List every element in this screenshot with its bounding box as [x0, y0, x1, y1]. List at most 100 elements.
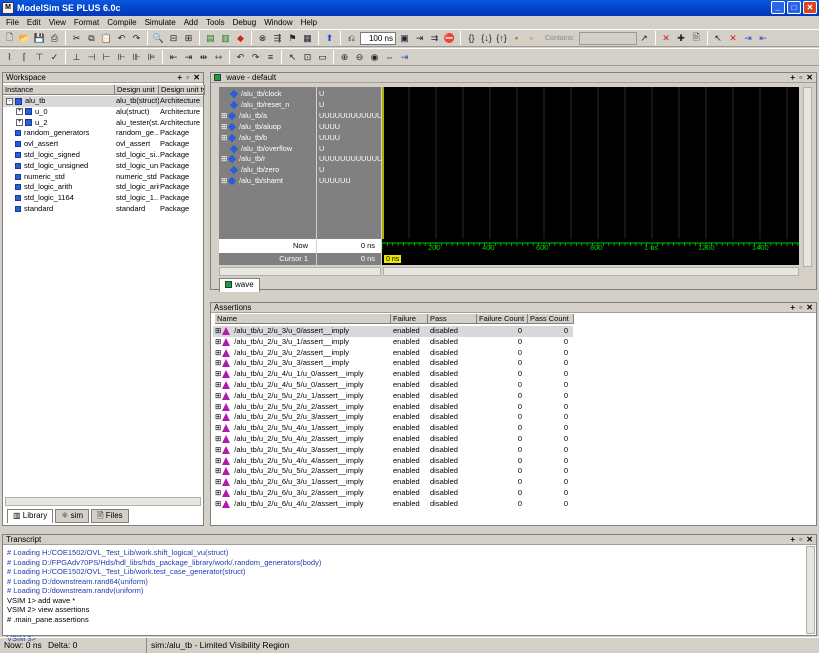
cursor-label[interactable]: Cursor 1: [219, 253, 316, 265]
wave-insert-icon[interactable]: ⊤: [32, 50, 47, 64]
workspace-row[interactable]: ovl_assert ovl_assert Package: [3, 139, 203, 150]
tab-files[interactable]: 🗎 Files: [91, 509, 129, 523]
expand-icon[interactable]: ⊞: [215, 423, 221, 432]
workspace-row[interactable]: numeric_std numeric_std Package: [3, 172, 203, 183]
stop-icon[interactable]: ⛔: [442, 31, 457, 45]
dataflow-icon[interactable]: ⇶: [270, 31, 285, 45]
assertion-row[interactable]: ⊞ /alu_tb/u_2/u_5/u_2/u_2/assert__imply en…: [213, 402, 573, 413]
col-failure[interactable]: Failure: [391, 314, 428, 324]
expand-icon[interactable]: ⊞: [221, 111, 227, 120]
wave-names-hscrollbar[interactable]: [219, 267, 381, 276]
wave-mirror-icon[interactable]: ⊣: [84, 50, 99, 64]
workspace-row[interactable]: + u_2 alu_tester(st... Architecture: [3, 118, 203, 129]
profile-icon[interactable]: ⚑: [285, 31, 300, 45]
assertion-row[interactable]: ⊞ /alu_tb/u_2/u_3/u_2/assert__imply enable…: [213, 348, 573, 359]
zoom-out-icon[interactable]: ⊖: [352, 50, 367, 64]
assertion-row[interactable]: ⊞ /alu_tb/u_2/u_3/u_0/assert__imply enable…: [213, 326, 573, 337]
wave-z-icon[interactable]: ⊪: [129, 50, 144, 64]
wave-invert-icon[interactable]: ⊥: [69, 50, 84, 64]
wave-vscrollbar[interactable]: [803, 87, 812, 267]
col-instance[interactable]: Instance: [3, 85, 115, 95]
wave-redo-icon[interactable]: ↷: [248, 50, 263, 64]
wave-undo-icon[interactable]: ↶: [233, 50, 248, 64]
menu-help[interactable]: Help: [297, 18, 321, 27]
expand-icon[interactable]: ⊞: [221, 176, 227, 185]
menu-compile[interactable]: Compile: [103, 18, 140, 27]
panel-controls-icon[interactable]: + ▫ ✕: [177, 73, 201, 83]
tab-sim[interactable]: ⚛ sim: [55, 509, 90, 523]
maximize-button[interactable]: □: [787, 1, 801, 14]
zoom-cursor-icon[interactable]: ✕: [726, 31, 741, 45]
assertion-row[interactable]: ⊞ /alu_tb/u_2/u_5/u_2/u_3/assert__imply en…: [213, 412, 573, 423]
cut-icon[interactable]: ✂: [69, 31, 84, 45]
workspace-hscrollbar[interactable]: [5, 497, 201, 506]
collapse-icon[interactable]: -: [6, 97, 13, 105]
menu-edit[interactable]: Edit: [23, 18, 45, 27]
expand-icon[interactable]: ⊞: [221, 154, 227, 163]
add-cursor-icon[interactable]: ⇥: [741, 31, 756, 45]
signal-row[interactable]: ⊞ /alu_tb/r: [221, 154, 316, 165]
menu-debug[interactable]: Debug: [229, 18, 261, 27]
add-icon[interactable]: ✚: [674, 31, 689, 45]
expand-icon[interactable]: ⊞: [215, 369, 221, 378]
workspace-row[interactable]: std_logic_1164 std_logic_1... Package: [3, 193, 203, 204]
wave-cut-icon[interactable]: ⌈: [17, 50, 32, 64]
assertion-row[interactable]: ⊞ /alu_tb/u_2/u_6/u_4/u_2/assert__imply en…: [213, 499, 573, 510]
workspace-row[interactable]: - alu_tb alu_tb(struct) Architecture: [3, 96, 203, 107]
compile-icon[interactable]: ▤: [203, 31, 218, 45]
undo-icon[interactable]: ↶: [114, 31, 129, 45]
break-icon[interactable]: ⊗: [255, 31, 270, 45]
signal-row[interactable]: ⊞ /alu_tb/b: [221, 133, 316, 144]
assertion-row[interactable]: ⊞ /alu_tb/u_2/u_5/u_4/u_2/assert__imply en…: [213, 434, 573, 445]
find-icon[interactable]: 🔍: [151, 31, 166, 45]
menu-window[interactable]: Window: [260, 18, 296, 27]
bookmark-next-icon[interactable]: ▫: [524, 31, 539, 45]
expand-icon[interactable]: ⊞: [215, 488, 221, 497]
zoom-mode-icon[interactable]: ⊡: [300, 50, 315, 64]
menu-tools[interactable]: Tools: [202, 18, 229, 27]
redo-icon[interactable]: ↷: [129, 31, 144, 45]
expand-icon[interactable]: ⊞: [215, 456, 221, 465]
menu-format[interactable]: Format: [70, 18, 103, 27]
memory-icon[interactable]: ▦: [300, 31, 315, 45]
expand-icon[interactable]: ⊞: [215, 337, 221, 346]
time-ruler[interactable]: 200 400 600 800 1 us 1200 1400 0 ns: [382, 239, 799, 265]
print-icon[interactable]: ⎙: [47, 31, 62, 45]
expand-icon[interactable]: +: [16, 108, 23, 116]
assertion-row[interactable]: ⊞ /alu_tb/u_2/u_4/u_1/u_0/assert__imply en…: [213, 369, 573, 380]
wave-hscrollbar[interactable]: [383, 267, 799, 276]
col-pass-count[interactable]: Pass Count: [528, 314, 574, 324]
expand-icon[interactable]: ⊞: [215, 466, 221, 475]
contains-input[interactable]: [578, 31, 637, 45]
menu-view[interactable]: View: [45, 18, 70, 27]
assertion-row[interactable]: ⊞ /alu_tb/u_2/u_5/u_4/u_1/assert__imply en…: [213, 423, 573, 434]
col-name[interactable]: Name: [215, 314, 391, 324]
expand-icon[interactable]: ⊞: [181, 31, 196, 45]
step-over-icon[interactable]: {↓}: [479, 31, 494, 45]
transcript-panel-controls-icon[interactable]: + ▫ ✕: [790, 535, 814, 545]
wave-panel-controls-icon[interactable]: + ▫ ✕: [790, 73, 814, 83]
wave-edit-icon[interactable]: ⌇: [2, 50, 17, 64]
expand-icon[interactable]: ⊞: [215, 348, 221, 357]
signal-row[interactable]: ⊞ /alu_tb/a: [221, 111, 316, 122]
run-icon[interactable]: ▣: [397, 31, 412, 45]
restart-icon[interactable]: ⎌: [344, 31, 359, 45]
wave-split-icon[interactable]: ⇹: [196, 50, 211, 64]
step-icon[interactable]: {}: [464, 31, 479, 45]
assertions-panel-controls-icon[interactable]: + ▫ ✕: [790, 303, 814, 313]
edit-mode-icon[interactable]: ▭: [315, 50, 330, 64]
workspace-row[interactable]: random_generators random_ge... Package: [3, 128, 203, 139]
assertion-row[interactable]: ⊞ /alu_tb/u_2/u_4/u_5/u_0/assert__imply en…: [213, 380, 573, 391]
expand-icon[interactable]: ⊞: [215, 412, 221, 421]
workspace-row[interactable]: standard standard Package: [3, 204, 203, 215]
menu-simulate[interactable]: Simulate: [141, 18, 180, 27]
wave-high-icon[interactable]: ⊢: [99, 50, 114, 64]
assertion-row[interactable]: ⊞ /alu_tb/u_2/u_6/u_3/u_2/assert__imply en…: [213, 488, 573, 499]
copy-icon[interactable]: ⧉: [84, 31, 99, 45]
col-design-unit-type[interactable]: Design unit ty: [159, 85, 205, 95]
insert-cursor-icon[interactable]: ⇤: [756, 31, 771, 45]
run-length-input[interactable]: [360, 31, 396, 45]
workspace-row[interactable]: std_logic_unsigned std_logic_un...Package: [3, 161, 203, 172]
find-edge-icon[interactable]: ⇥: [397, 50, 412, 64]
wave-props-icon[interactable]: ≡: [263, 50, 278, 64]
